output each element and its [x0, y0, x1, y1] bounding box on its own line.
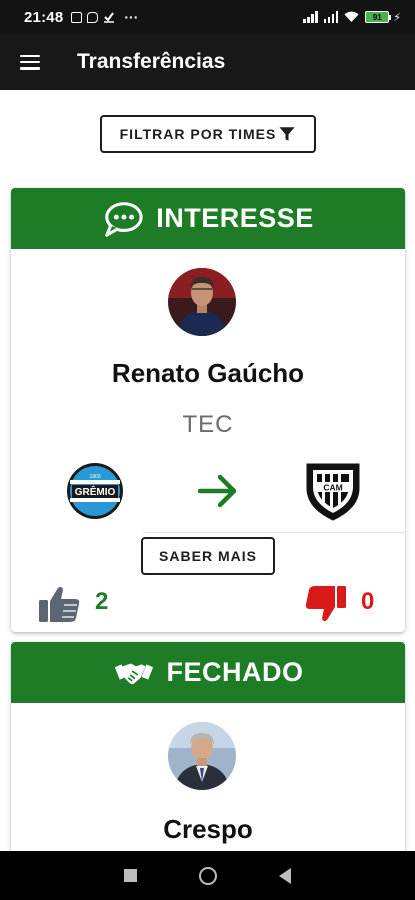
wifi-icon [344, 11, 359, 22]
home-circle-icon[interactable] [199, 866, 217, 885]
menu-button[interactable] [0, 34, 60, 90]
back-triangle-icon[interactable] [279, 867, 291, 884]
download-check-icon [104, 12, 115, 23]
status-notification-icons: ··· [71, 10, 138, 24]
like-count: 2 [95, 588, 109, 615]
thumbs-down-icon[interactable] [304, 584, 348, 624]
transfer-status-header: INTERESSE [11, 188, 405, 249]
handshake-icon [114, 662, 153, 684]
battery-icon: 91 ⚡ [365, 11, 401, 24]
signal-icon [303, 11, 318, 23]
club-to-badge: CAM [303, 460, 363, 522]
club-from-badge: GRÊMIO 1903 [66, 462, 124, 520]
transfer-card: INTERESSE Renato Gaúcho TEC GRÊMIO 1903 [11, 188, 405, 632]
status-bar: 21:48 ··· 91 ⚡ [0, 0, 415, 34]
player-name: Renato Gaúcho [111, 358, 305, 388]
page-title: Transferências [77, 50, 226, 73]
more-notifications-icon: ··· [124, 9, 139, 25]
charging-icon: ⚡ [393, 11, 401, 24]
filter-funnel-icon [279, 127, 295, 141]
signal-icon-2 [323, 11, 339, 23]
divider [143, 532, 405, 533]
filter-by-teams-button[interactable]: FILTRAR POR TIMES [100, 115, 316, 153]
transfer-status-header: FECHADO [11, 642, 405, 703]
hamburger-menu-icon [20, 54, 40, 70]
avatar [168, 722, 236, 790]
avatar [168, 268, 236, 336]
chat-bubble-icon [105, 201, 143, 237]
battery-level: 91 [365, 11, 390, 23]
know-more-button[interactable]: SABER MAIS [141, 537, 275, 575]
instagram-icon [71, 11, 83, 23]
club-from-year: 1903 [89, 474, 100, 480]
transfer-status-label: INTERESSE [156, 203, 314, 233]
app-bar: Transferências [0, 34, 415, 90]
club-from-name: GRÊMIO [75, 485, 116, 498]
player-role: TEC [182, 411, 234, 438]
player-name: Crespo [163, 814, 253, 844]
filter-label: FILTRAR POR TIMES [119, 126, 277, 142]
transfer-arrow-icon [197, 474, 237, 508]
dislike-count: 0 [361, 588, 375, 615]
recents-square-icon[interactable] [124, 869, 137, 882]
thumbs-up-icon[interactable] [37, 584, 81, 624]
know-more-label: SABER MAIS [159, 548, 257, 564]
club-to-name: CAM [323, 483, 342, 493]
status-time: 21:48 [24, 8, 64, 26]
transfer-status-label: FECHADO [166, 657, 304, 687]
status-system-icons: 91 ⚡ [303, 11, 401, 24]
message-icon [87, 11, 99, 23]
system-nav-bar [0, 851, 415, 900]
